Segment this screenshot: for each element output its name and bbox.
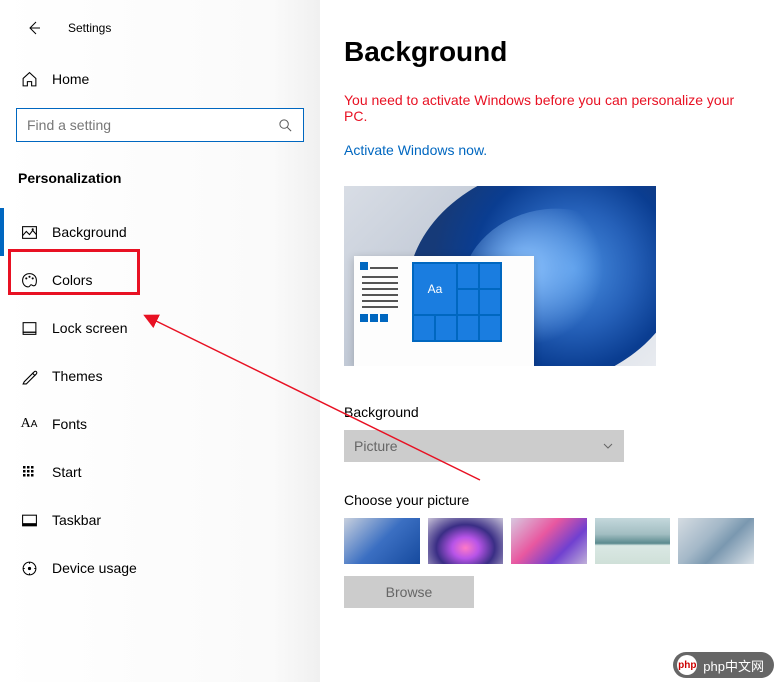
themes-icon [20,367,38,385]
activate-link[interactable]: Activate Windows now. [344,142,487,158]
home-icon [20,70,38,88]
nav-list: Background Colors Lock screen Themes AA … [0,208,320,592]
sidebar-item-device-usage[interactable]: Device usage [0,544,320,592]
watermark: php php中文网 [673,652,774,678]
sidebar-item-label: Device usage [52,560,137,576]
watermark-text: php中文网 [703,656,764,675]
colors-icon [20,271,38,289]
search-wrap [0,100,320,156]
sidebar-item-label: Themes [52,368,103,384]
main-content: Background You need to activate Windows … [320,0,778,608]
back-arrow-icon [26,20,42,36]
sidebar-item-label: Fonts [52,416,87,432]
fonts-icon: AA [20,415,38,433]
sidebar: Settings Home Personalization Background… [0,0,320,682]
search-box[interactable] [16,108,304,142]
sidebar-item-label: Colors [52,272,92,288]
sidebar-item-colors[interactable]: Colors [0,256,320,304]
dropdown-value: Picture [354,438,398,454]
choose-picture-label: Choose your picture [344,492,754,508]
preview-mini-window: Aa [354,256,534,366]
picture-thumb-2[interactable] [428,518,504,564]
sidebar-item-themes[interactable]: Themes [0,352,320,400]
picture-thumb-3[interactable] [511,518,587,564]
lock-screen-icon [20,319,38,337]
sidebar-item-label: Taskbar [52,512,101,528]
background-icon [20,223,38,241]
header-row: Settings [0,12,320,58]
search-icon [278,118,293,133]
sidebar-item-background[interactable]: Background [0,208,320,256]
sidebar-item-label: Background [52,224,127,240]
home-nav-item[interactable]: Home [0,58,320,100]
picture-thumb-1[interactable] [344,518,420,564]
sidebar-item-lock-screen[interactable]: Lock screen [0,304,320,352]
sidebar-item-fonts[interactable]: AA Fonts [0,400,320,448]
sidebar-item-start[interactable]: Start [0,448,320,496]
taskbar-icon [20,511,38,529]
sidebar-item-taskbar[interactable]: Taskbar [0,496,320,544]
sidebar-item-label: Start [52,464,82,480]
chevron-down-icon [602,440,614,452]
preview-tile-text: Aa [414,264,456,314]
picture-thumbnails [344,518,754,564]
browse-button[interactable]: Browse [344,576,474,608]
page-title: Background [344,36,754,68]
settings-title: Settings [68,21,111,35]
back-button[interactable] [22,16,46,40]
section-title: Personalization [0,156,320,196]
picture-thumb-5[interactable] [678,518,754,564]
picture-thumb-4[interactable] [595,518,671,564]
start-icon [20,463,38,481]
background-preview: Aa [344,186,656,366]
search-input[interactable] [27,117,278,133]
activation-warning: You need to activate Windows before you … [344,92,754,124]
home-label: Home [52,71,89,87]
device-usage-icon [20,559,38,577]
background-field-label: Background [344,404,754,420]
watermark-logo: php [677,655,697,675]
background-type-dropdown[interactable]: Picture [344,430,624,462]
sidebar-item-label: Lock screen [52,320,127,336]
